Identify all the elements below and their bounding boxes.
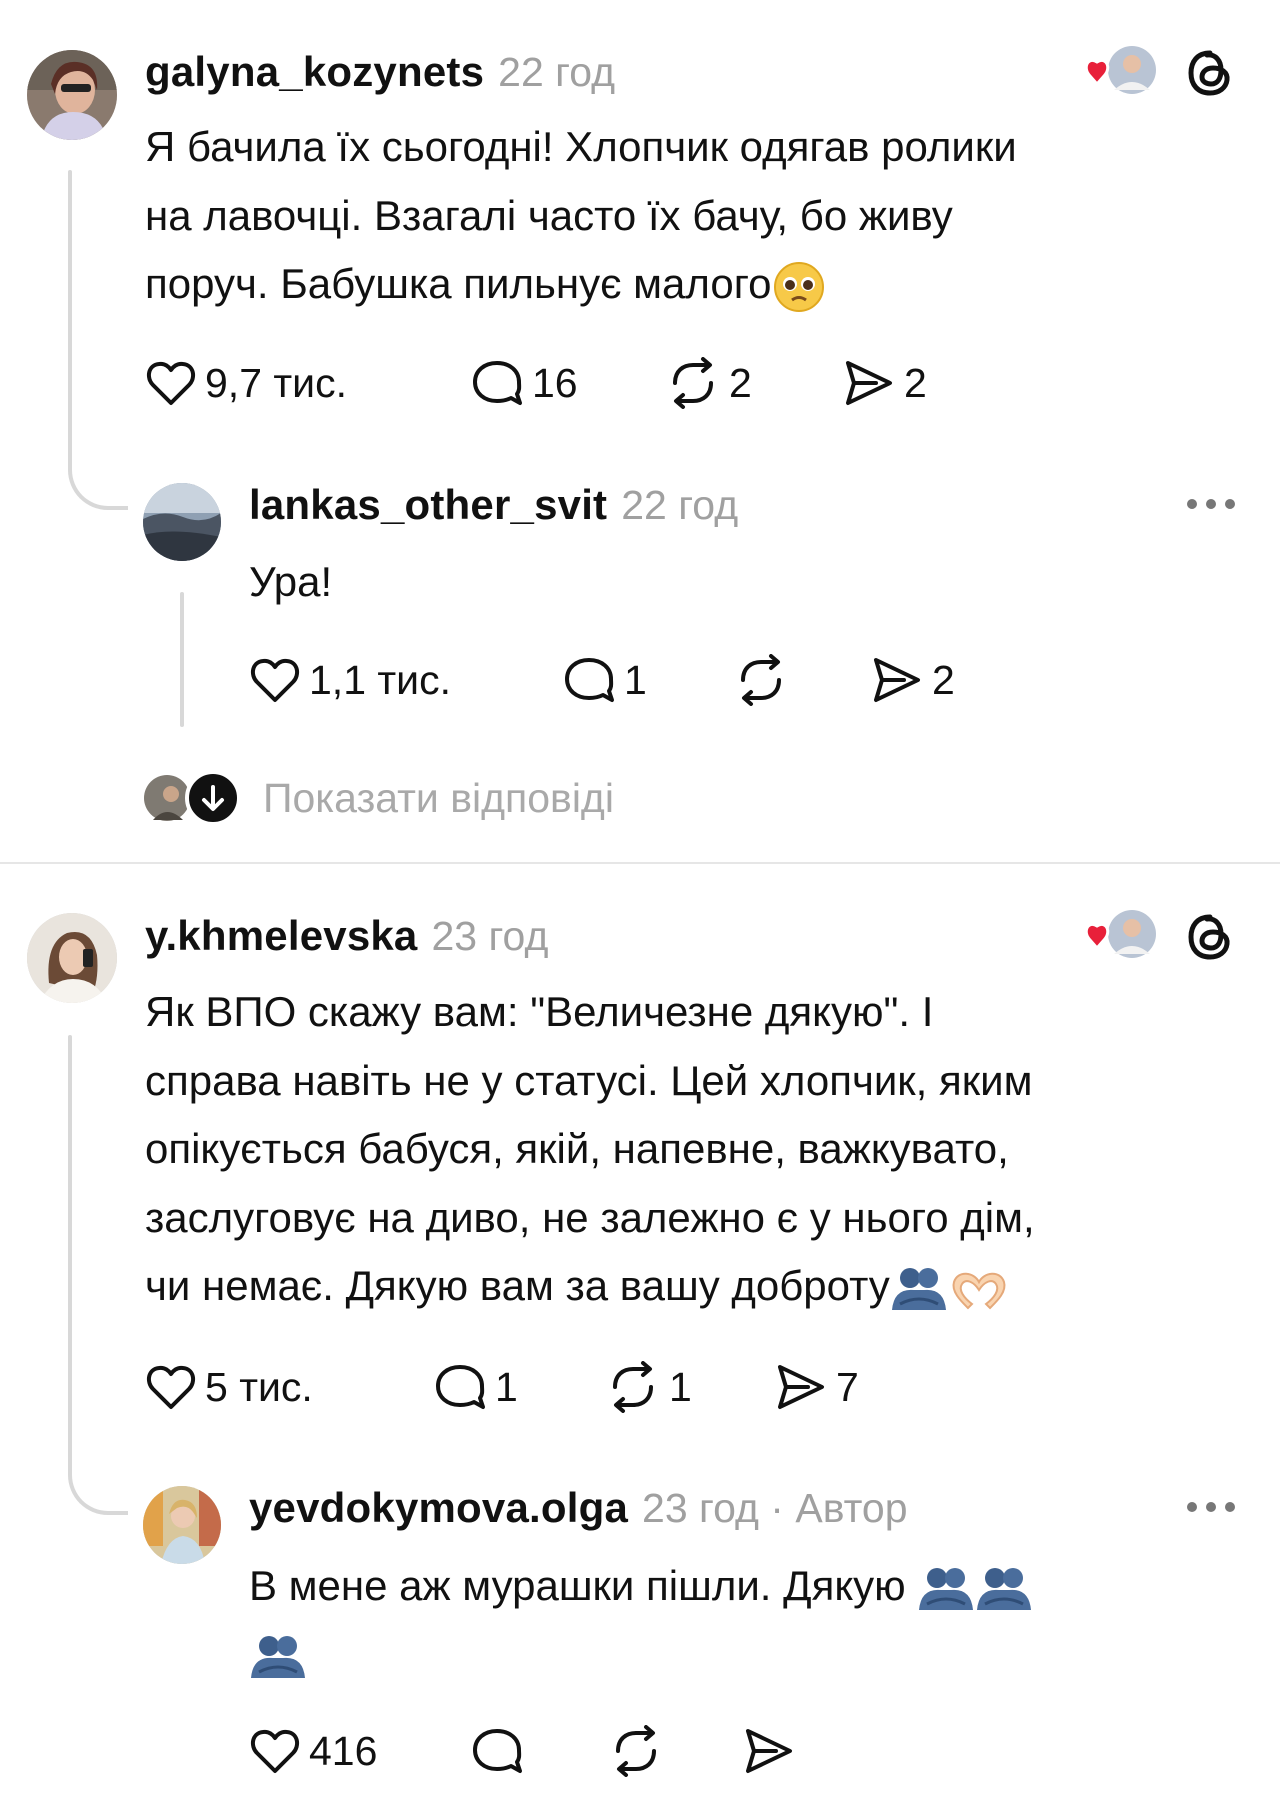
show-replies-button[interactable]: Показати відповіді	[143, 770, 614, 826]
avatar[interactable]	[27, 50, 117, 140]
timestamp: 23 год	[431, 913, 549, 959]
username[interactable]: y.khmelevska	[145, 912, 418, 960]
send-icon	[846, 361, 892, 405]
heart-with-avatar-icon	[1080, 906, 1160, 966]
threads-logo-icon[interactable]	[1185, 912, 1235, 967]
show-replies-label: Показати відповіді	[263, 774, 614, 821]
repost-arrows-icon	[613, 1361, 653, 1413]
repost-arrows-icon	[616, 1725, 656, 1777]
repost-count: 1	[669, 1363, 692, 1410]
comment-text: Як ВПО скажу вам: "Величезне дякую". І с…	[145, 978, 1245, 1321]
share-button[interactable]: 7	[772, 1357, 859, 1417]
thread-connector-curve	[68, 1455, 128, 1515]
like-count: 416	[309, 1727, 378, 1774]
comment-text: Я бачила їх сьогодні! Хлопчик одягав рол…	[145, 113, 1225, 319]
hugging-people-emoji-icon	[891, 1267, 946, 1310]
timestamp: 22 год	[498, 49, 616, 95]
share-count: 2	[932, 656, 955, 703]
comment-text-body: Я бачила їх сьогодні! Хлопчик одягав рол…	[145, 123, 1017, 307]
reply-header: yevdokymova.olga 23 год · Автор	[249, 1484, 908, 1532]
like-button[interactable]: 5 тис.	[145, 1357, 313, 1417]
avatar	[144, 775, 190, 821]
heart-hands-emoji-icon	[952, 1272, 1006, 1310]
reply-count: 1	[624, 656, 647, 703]
repost-count: 2	[729, 359, 752, 406]
heart-with-avatar-icon	[1080, 42, 1160, 102]
thread-divider	[0, 862, 1280, 864]
share-count: 2	[904, 359, 927, 406]
speech-bubble-icon	[565, 658, 614, 702]
comment-header: y.khmelevska 23 год	[145, 912, 548, 960]
send-icon	[778, 1365, 824, 1409]
comment-text-body: Як ВПО скажу вам: "Величезне дякую". І с…	[145, 988, 1035, 1309]
avatar[interactable]	[27, 913, 117, 1003]
username[interactable]: lankas_other_svit	[249, 481, 607, 529]
thread-connector-line	[68, 1035, 72, 1475]
reply-header: lankas_other_svit 22 год	[249, 481, 738, 529]
thread-connector-line	[180, 592, 184, 727]
reply-button[interactable]: 1	[433, 1357, 518, 1417]
threads-logo-icon[interactable]	[1185, 48, 1235, 103]
like-button[interactable]: 416	[249, 1721, 377, 1781]
pleading-face-emoji-icon	[773, 261, 824, 312]
repost-arrows-icon	[673, 357, 713, 409]
like-button[interactable]: 1,1 тис.	[249, 650, 451, 710]
thread-connector-curve	[68, 450, 128, 510]
speech-bubble-icon	[473, 1729, 522, 1773]
share-button[interactable]: 2	[840, 353, 927, 413]
reply-count: 16	[532, 359, 578, 406]
reply-button[interactable]: 1	[562, 650, 647, 710]
threads-comments-page: galyna_kozynets 22 год Я бачила їх сього…	[0, 0, 1280, 1820]
timestamp: 22 год	[621, 482, 739, 528]
like-count: 9,7 тис.	[205, 359, 347, 406]
comment-header: galyna_kozynets 22 год	[145, 48, 615, 96]
thread-connector-line	[68, 170, 72, 470]
username[interactable]: galyna_kozynets	[145, 48, 484, 96]
like-button[interactable]: 9,7 тис.	[145, 353, 347, 413]
timestamp: 23 год · Автор	[642, 1485, 908, 1531]
hugging-people-emoji-icon	[919, 1567, 974, 1610]
arrow-down-circle-icon	[185, 770, 241, 826]
avatar[interactable]	[143, 1486, 221, 1564]
like-count: 1,1 тис.	[309, 656, 451, 703]
reply-text-body: В мене аж мурашки пішли. Дякую	[249, 1562, 906, 1609]
hugging-people-emoji-icon	[977, 1567, 1032, 1610]
reply-button[interactable]: 16	[470, 353, 578, 413]
repost-button[interactable]	[608, 1721, 672, 1781]
reply-text: Ура!	[249, 558, 333, 605]
username[interactable]: yevdokymova.olga	[249, 1484, 628, 1532]
speech-bubble-icon	[473, 361, 522, 405]
avatar[interactable]	[143, 483, 221, 561]
heart-outline-icon	[146, 361, 196, 405]
share-button[interactable]: 2	[868, 650, 955, 710]
repost-button[interactable]: 1	[605, 1357, 692, 1417]
heart-outline-icon	[250, 658, 300, 702]
reply-button[interactable]	[470, 1721, 532, 1781]
reply-count: 1	[495, 1363, 518, 1410]
more-dots-icon[interactable]	[1187, 1502, 1235, 1512]
repost-button[interactable]: 2	[665, 353, 752, 413]
replier-avatars	[143, 770, 241, 826]
repost-button[interactable]	[733, 650, 797, 710]
send-icon	[746, 1729, 792, 1773]
share-count: 7	[836, 1363, 859, 1410]
hugging-people-emoji-icon	[251, 1636, 305, 1679]
send-icon	[874, 658, 920, 702]
heart-outline-icon	[146, 1365, 196, 1409]
repost-arrows-icon	[741, 654, 781, 706]
like-count: 5 тис.	[205, 1363, 313, 1410]
more-dots-icon[interactable]	[1187, 499, 1235, 509]
share-button[interactable]	[740, 1721, 804, 1781]
reply-text: В мене аж мурашки пішли. Дякую	[249, 1552, 1229, 1689]
speech-bubble-icon	[436, 1365, 485, 1409]
heart-outline-icon	[250, 1729, 300, 1773]
